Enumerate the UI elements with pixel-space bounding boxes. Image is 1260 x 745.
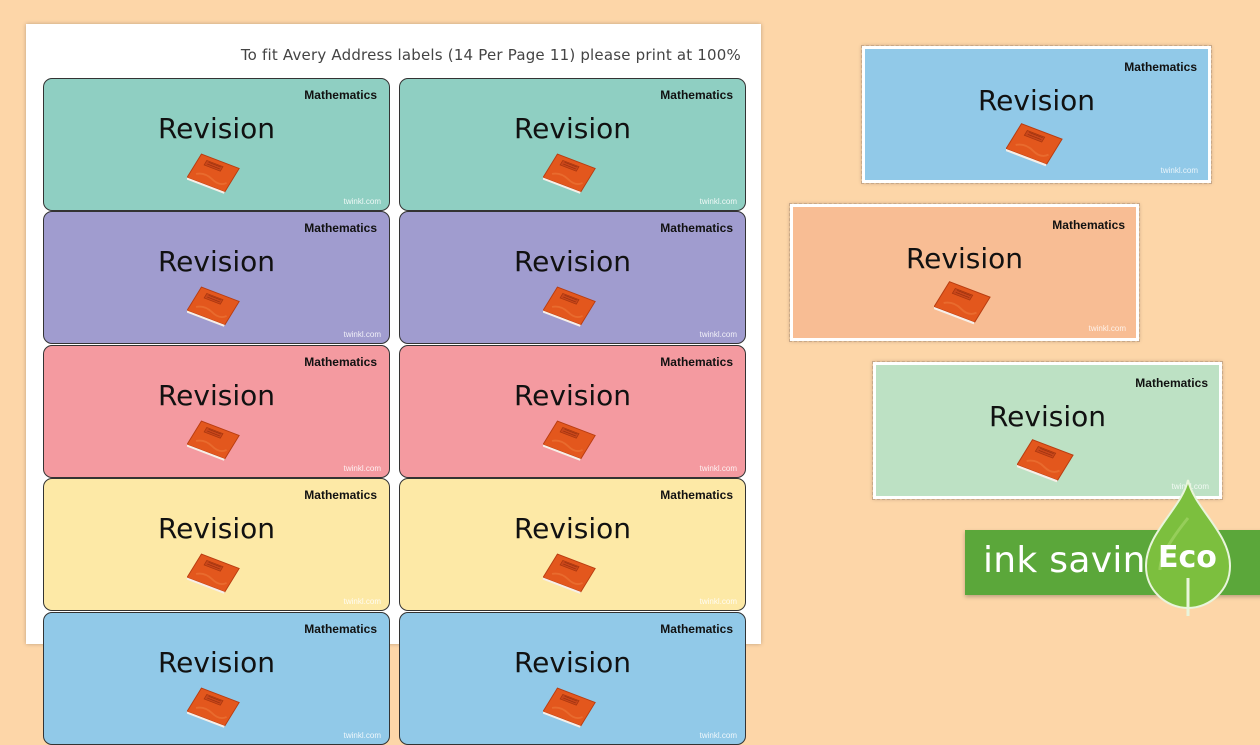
label-subject: Mathematics <box>304 622 377 636</box>
address-label: Mathematics Revision twinkl.com <box>43 78 390 211</box>
watermark: twinkl.com <box>699 464 737 473</box>
watermark: twinkl.com <box>343 597 381 606</box>
label-subject: Mathematics <box>304 488 377 502</box>
label-title: Revision <box>157 512 276 545</box>
label-subject: Mathematics <box>660 221 733 235</box>
address-label: Mathematics Revision twinkl.com <box>399 478 746 611</box>
orange-exercise-book-icon <box>187 686 241 728</box>
label-title: Revision <box>157 112 276 145</box>
watermark: twinkl.com <box>1160 166 1198 175</box>
label-title: Revision <box>513 379 632 412</box>
label-subject: Mathematics <box>304 221 377 235</box>
label-subject: Mathematics <box>304 88 377 102</box>
label-subject: Mathematics <box>1124 60 1197 74</box>
label-subject: Mathematics <box>660 88 733 102</box>
address-label: Mathematics Revision twinkl.com <box>399 612 746 745</box>
label-title: Revision <box>977 84 1096 117</box>
address-label: Mathematics Revision twinkl.com <box>399 345 746 478</box>
label-title: Revision <box>988 400 1107 433</box>
label-title: Revision <box>157 379 276 412</box>
orange-exercise-book-icon <box>543 686 597 728</box>
label-title: Revision <box>157 646 276 679</box>
watermark: twinkl.com <box>699 330 737 339</box>
label-title: Revision <box>513 646 632 679</box>
orange-exercise-book-icon <box>543 285 597 327</box>
address-label: Mathematics Revision twinkl.com <box>399 78 746 211</box>
orange-exercise-book-icon <box>187 552 241 594</box>
orange-exercise-book-icon <box>187 152 241 194</box>
label-title: Revision <box>513 112 632 145</box>
watermark: twinkl.com <box>699 731 737 740</box>
address-label: Mathematics Revision twinkl.com <box>43 612 390 745</box>
side-label-blue: Mathematics Revision twinkl.com <box>861 45 1212 184</box>
print-instructions: To fit Avery Address labels (14 Per Page… <box>240 46 741 64</box>
watermark: twinkl.com <box>343 731 381 740</box>
label-title: Revision <box>513 245 632 278</box>
orange-exercise-book-icon <box>543 152 597 194</box>
label-subject: Mathematics <box>1052 218 1125 232</box>
side-label-peach: Mathematics Revision twinkl.com <box>789 203 1140 342</box>
orange-exercise-book-icon <box>543 419 597 461</box>
watermark: twinkl.com <box>1088 324 1126 333</box>
watermark: twinkl.com <box>343 197 381 206</box>
orange-exercise-book-icon <box>1017 437 1075 483</box>
label-subject: Mathematics <box>660 355 733 369</box>
watermark: twinkl.com <box>699 197 737 206</box>
orange-exercise-book-icon <box>187 285 241 327</box>
label-title: Revision <box>513 512 632 545</box>
address-label: Mathematics Revision twinkl.com <box>399 211 746 344</box>
label-subject: Mathematics <box>304 355 377 369</box>
orange-exercise-book-icon <box>1006 121 1064 167</box>
eco-badge-text: Eco <box>1158 540 1217 575</box>
label-subject: Mathematics <box>660 622 733 636</box>
orange-exercise-book-icon <box>187 419 241 461</box>
orange-exercise-book-icon <box>934 279 992 325</box>
label-title: Revision <box>157 245 276 278</box>
label-subject: Mathematics <box>1135 376 1208 390</box>
watermark: twinkl.com <box>343 330 381 339</box>
orange-exercise-book-icon <box>543 552 597 594</box>
label-subject: Mathematics <box>660 488 733 502</box>
address-label: Mathematics Revision twinkl.com <box>43 478 390 611</box>
watermark: twinkl.com <box>699 597 737 606</box>
label-title: Revision <box>905 242 1024 275</box>
address-label: Mathematics Revision twinkl.com <box>43 211 390 344</box>
address-label: Mathematics Revision twinkl.com <box>43 345 390 478</box>
watermark: twinkl.com <box>343 464 381 473</box>
